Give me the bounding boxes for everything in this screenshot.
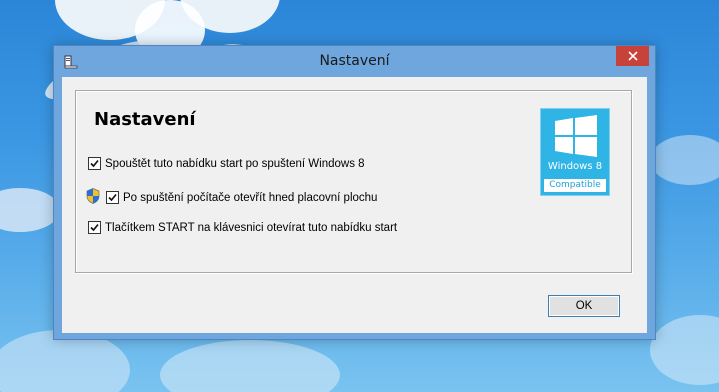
close-button[interactable] <box>616 46 649 66</box>
title-bar[interactable]: Nastavení <box>54 46 655 76</box>
option-label: Tlačítkem START na klávesnici otevírat t… <box>105 221 398 234</box>
windows-logo-icon <box>555 115 597 157</box>
checkbox-open-desktop[interactable] <box>106 191 119 204</box>
page-heading: Nastavení <box>94 109 196 130</box>
settings-window: Nastavení Nastavení Windows 8 Compatible <box>53 45 656 340</box>
checkmark-icon <box>90 223 99 232</box>
option-open-desktop[interactable]: Po spuštění počítače otevřít hned placov… <box>86 188 377 207</box>
checkmark-icon <box>108 193 117 202</box>
option-start-on-boot[interactable]: Spouštět tuto nabídku start po spuštení … <box>88 157 365 170</box>
logo-product-name: Windows 8 <box>547 161 603 172</box>
checkmark-icon <box>90 159 99 168</box>
dialog-client-area: Nastavení Windows 8 Compatible Spouštět … <box>62 77 647 333</box>
option-label: Po spuštění počítače otevřít hned placov… <box>123 191 378 204</box>
uac-shield-icon <box>86 188 100 207</box>
ok-button[interactable]: OK <box>548 295 620 317</box>
settings-group: Nastavení Windows 8 Compatible Spouštět … <box>75 90 632 273</box>
close-icon <box>627 51 638 61</box>
windows8-compatible-logo: Windows 8 Compatible <box>540 108 610 196</box>
logo-compatible-badge: Compatible <box>544 179 606 192</box>
checkbox-start-key[interactable] <box>88 221 101 234</box>
window-title: Nastavení <box>319 53 390 69</box>
checkbox-start-on-boot[interactable] <box>88 157 101 170</box>
option-label: Spouštět tuto nabídku start po spuštení … <box>105 157 365 170</box>
option-start-key[interactable]: Tlačítkem START na klávesnici otevírat t… <box>88 221 397 234</box>
